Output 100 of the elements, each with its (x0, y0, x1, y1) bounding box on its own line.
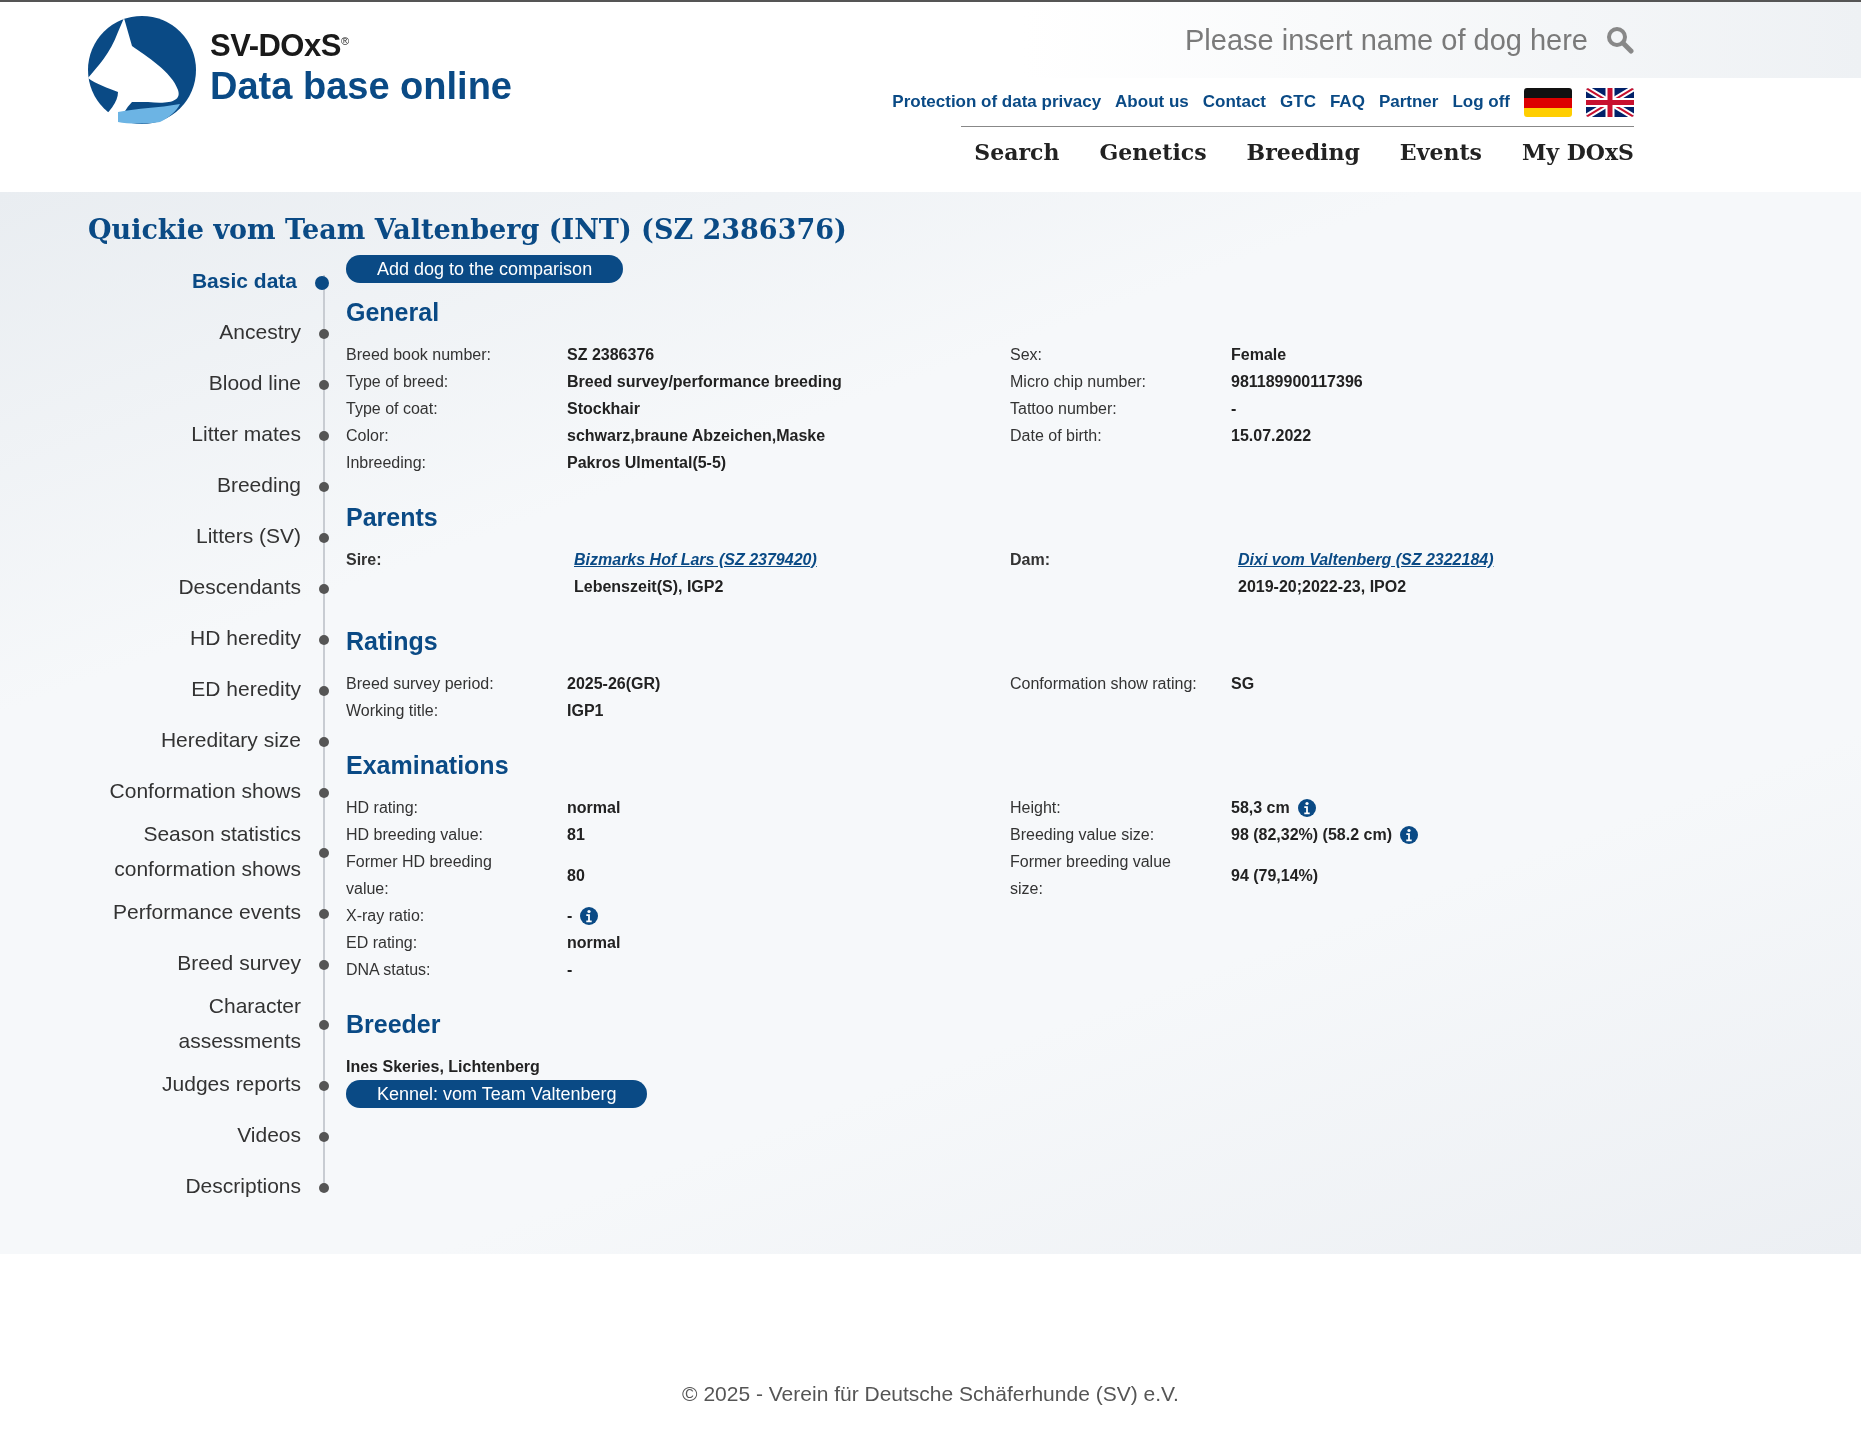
field-label: Former breeding value size: (1010, 852, 1172, 899)
field-label: Working title: (346, 701, 440, 721)
side-nav-link[interactable]: Descriptions (88, 1160, 346, 1211)
field-label: DNA status: (346, 960, 432, 980)
field-label: Type of breed: (346, 372, 450, 392)
side-nav-link[interactable]: ED heredity (88, 663, 346, 714)
field-label: Sex: (1010, 345, 1043, 365)
parent-detail: Lebenszeit(S), IGP2 (574, 577, 725, 597)
bullet-icon (315, 275, 329, 290)
side-nav-link[interactable]: Descendants (88, 561, 346, 612)
field-label: HD breeding value: (346, 825, 484, 845)
bullet-icon (319, 379, 329, 390)
section-heading: Parents (346, 502, 439, 532)
side-nav-link[interactable]: Litters (SV) (88, 510, 346, 561)
field-value: IGP1 (567, 701, 604, 721)
nav-link[interactable]: GTC (1280, 92, 1316, 112)
field-value: Stockhair (567, 399, 640, 419)
field-label: Breed survey period: (346, 674, 495, 694)
side-nav-link[interactable]: Hereditary size (88, 714, 346, 765)
side-nav-link[interactable]: Breeding (88, 459, 346, 510)
field-label: Tattoo number: (1010, 399, 1118, 419)
bullet-icon (319, 787, 329, 798)
field-label: Color: (346, 426, 390, 446)
field-value: 98 (82,32%) (58.2 cm) (1231, 825, 1392, 845)
field-value: Breed survey/performance breeding (567, 372, 842, 392)
side-nav-link[interactable]: Blood line (88, 357, 346, 408)
field-label: Micro chip number: (1010, 372, 1148, 392)
bullet-icon (319, 328, 329, 339)
field-value: schwarz,braune Abzeichen,Maske (567, 426, 826, 446)
nav-link[interactable]: Log off (1452, 92, 1510, 112)
bullet-icon (319, 481, 329, 492)
info-icon[interactable] (580, 906, 599, 925)
side-nav-link[interactable]: Character assessments (88, 988, 346, 1058)
info-icon[interactable] (1297, 798, 1316, 817)
side-nav-link[interactable]: Conformation shows (88, 765, 346, 816)
side-nav-link[interactable]: Basic data (88, 255, 346, 306)
kennel-button[interactable]: Kennel: vom Team Valtenberg (346, 1080, 648, 1108)
section-heading: General (346, 297, 441, 327)
german-flag-icon[interactable] (1524, 87, 1572, 117)
field-value: normal (567, 933, 621, 953)
side-nav-link[interactable]: Judges reports (88, 1058, 346, 1109)
side-nav-link[interactable]: Litter mates (88, 408, 346, 459)
search-field[interactable]: Please insert name of dog here (1148, 23, 1588, 57)
nav-link[interactable]: FAQ (1329, 92, 1365, 112)
main-menu-item[interactable]: Events (1399, 139, 1482, 165)
compare-button[interactable]: Add dog to the comparison (346, 255, 624, 283)
main-menu-item[interactable]: My DOxS (1521, 139, 1634, 165)
side-nav-link[interactable]: Ancestry (88, 306, 346, 357)
nav-link[interactable]: Protection of data privacy (892, 92, 1102, 112)
page-title: Quickie vom Team Valtenberg (INT) (SZ 2386376) (88, 214, 848, 245)
nav-link[interactable]: Partner (1378, 92, 1439, 112)
bullet-icon (319, 532, 329, 543)
field-value: 2025-26(GR) (567, 674, 661, 694)
side-nav-link[interactable]: Season statistics conformation shows (88, 816, 346, 886)
field-value: Female (1231, 345, 1287, 365)
side-nav-link[interactable]: Performance events (88, 886, 346, 937)
side-nav-link[interactable]: HD heredity (88, 612, 346, 663)
field-value: 80 (567, 865, 585, 886)
footer-text: © 2025 - Verein für Deutsche Schäferhunde (SV) e.V. (682, 1382, 1179, 1405)
field-label: Breeding value size: (1010, 825, 1156, 845)
bullet-icon (319, 1182, 329, 1193)
bullet-icon (319, 908, 329, 919)
field-label: HD rating: (346, 798, 420, 818)
side-nav-link[interactable]: Videos (88, 1109, 346, 1160)
field-value: 15.07.2022 (1231, 426, 1312, 446)
field-label: Height: (1010, 798, 1062, 818)
field-value: 58,3 cm (1231, 798, 1290, 818)
field-label: Type of coat: (346, 399, 439, 419)
field-label: Conformation show rating: (1010, 674, 1198, 694)
field-value: 981189900117396 (1231, 372, 1363, 392)
breeder-name: Ines Skeries, Lichtenberg (346, 1057, 541, 1077)
field-value: normal (567, 798, 621, 818)
side-nav-link[interactable]: Breed survey (88, 937, 346, 988)
uk-flag-icon[interactable] (1586, 87, 1634, 117)
field-label: Inbreeding: (346, 453, 428, 473)
field-value: Pakros Ulmental(5-5) (567, 453, 727, 473)
field-value: SG (1231, 674, 1255, 694)
field-value: - (567, 960, 573, 980)
main-menu-item[interactable]: Genetics (1099, 139, 1207, 165)
main-menu-item[interactable]: Search (974, 139, 1060, 165)
bullet-icon (319, 634, 329, 645)
field-label: Dam: (1010, 550, 1051, 570)
section-heading: Breeder (346, 1009, 442, 1039)
parent-link[interactable]: Bizmarks Hof Lars (SZ 2379420) (574, 546, 1010, 573)
nav-link[interactable]: Contact (1202, 92, 1267, 112)
logo-subtitle: Data base online (210, 66, 512, 106)
main-menu-item[interactable]: Breeding (1246, 139, 1360, 165)
field-value: - (567, 906, 573, 926)
search-icon[interactable] (1606, 26, 1634, 54)
bullet-icon (319, 430, 329, 441)
field-value: SZ 2386376 (567, 345, 655, 365)
field-value: - (1231, 399, 1237, 419)
parent-link[interactable]: Dixi vom Valtenberg (SZ 2322184) (1238, 546, 1510, 573)
bullet-icon (319, 1080, 329, 1091)
nav-link[interactable]: About us (1115, 92, 1189, 112)
field-label: Former HD breeding value: (346, 852, 493, 899)
field-value: 94 (79,14%) (1231, 865, 1319, 886)
info-icon[interactable] (1400, 825, 1418, 844)
logo-title: SV-DOxS$^{®}$ (210, 28, 350, 64)
bullet-icon (319, 959, 329, 970)
